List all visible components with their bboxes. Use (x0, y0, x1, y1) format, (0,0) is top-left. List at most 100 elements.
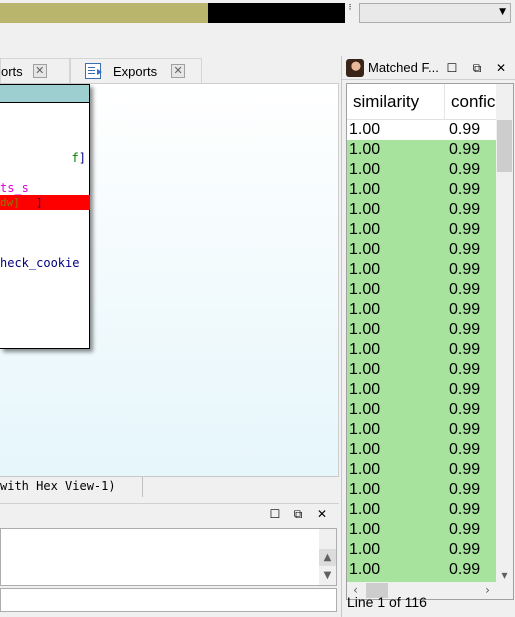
column-header-similarity[interactable]: similarity (347, 84, 445, 120)
table-row[interactable]: 1.00 0.99 (347, 280, 497, 300)
tab-exports[interactable]: Exports ✕ (70, 58, 202, 83)
similarity-cell: 1.00 (349, 301, 381, 318)
table-row[interactable]: 1.00 0.99 (347, 400, 497, 420)
scrollbar-thumb[interactable] (497, 120, 512, 172)
table-row[interactable]: 1.00 0.99 (347, 460, 497, 480)
output-window[interactable]: ▲ ▼ (0, 528, 337, 586)
graph-node-title[interactable] (0, 85, 89, 103)
confidence-cell: 0.99 (449, 441, 481, 458)
similarity-cell: 1.00 (349, 201, 381, 218)
similarity-cell: 1.00 (349, 361, 381, 378)
similarity-cell: 1.00 (349, 461, 381, 478)
table-row[interactable]: 1.00 0.99 (347, 220, 497, 240)
restore-icon[interactable]: ☐ (268, 507, 282, 521)
confidence-cell: 0.99 (449, 501, 481, 518)
chevron-down-icon[interactable]: ▼ (499, 7, 506, 17)
scroll-right-icon[interactable]: › (479, 582, 496, 599)
nav-segment-unexplored[interactable] (208, 3, 345, 23)
confidence-cell: 0.99 (449, 401, 481, 418)
similarity-cell: 1.00 (349, 501, 381, 518)
confidence-cell: 0.99 (449, 241, 481, 258)
similarity-cell: 1.00 (349, 561, 381, 578)
confidence-cell: 0.99 (449, 161, 481, 178)
close-icon[interactable]: ✕ (171, 64, 186, 78)
table-row[interactable]: 1.00 0.99 (347, 420, 497, 440)
similarity-cell: 1.00 (349, 221, 381, 238)
similarity-cell: 1.00 (349, 161, 381, 178)
vertical-scrollbar[interactable]: ▾ (496, 84, 513, 584)
matched-functions-panel: Matched F... ☐ ⧉ ✕ similarity confic 1.0… (341, 56, 515, 617)
similarity-cell: 1.00 (349, 481, 381, 498)
scroll-up-icon[interactable]: ▲ (319, 549, 336, 566)
output-scrollbar[interactable]: ▲ ▼ (319, 529, 336, 585)
float-icon[interactable]: ⧉ (291, 507, 305, 521)
close-icon[interactable]: ✕ (315, 507, 329, 521)
confidence-cell: 0.99 (449, 301, 481, 318)
confidence-cell: 0.99 (449, 181, 481, 198)
table-row[interactable]: 1.00 0.99 (347, 120, 497, 140)
scroll-down-icon[interactable]: ▼ (319, 567, 336, 584)
nav-position-indicator: ⁝ (348, 3, 352, 13)
table-row[interactable]: 1.00 0.99 (347, 360, 497, 380)
navigation-band[interactable] (0, 3, 345, 23)
tab-imports[interactable]: orts ✕ (0, 58, 70, 83)
table-row[interactable]: 1.00 0.99 (347, 140, 497, 160)
similarity-cell: 1.00 (349, 401, 381, 418)
table-row[interactable]: 1.00 0.99 (347, 500, 497, 520)
table-row[interactable]: 1.00 0.99 (347, 540, 497, 560)
confidence-cell: 0.99 (449, 461, 481, 478)
float-icon[interactable]: ⧉ (470, 61, 484, 75)
confidence-cell: 0.99 (449, 521, 481, 538)
nav-segment-library[interactable] (0, 3, 208, 23)
table-row[interactable]: 1.00 0.99 (347, 440, 497, 460)
similarity-cell: 1.00 (349, 421, 381, 438)
matched-functions-header: Matched F... ☐ ⧉ ✕ (342, 56, 515, 80)
table-row[interactable]: 1.00 0.99 (347, 340, 497, 360)
code-line[interactable]: f] (0, 151, 86, 165)
confidence-cell: 0.99 (449, 281, 481, 298)
table-row[interactable]: 1.00 0.99 (347, 320, 497, 340)
close-icon[interactable]: ✕ (494, 61, 508, 75)
similarity-cell: 1.00 (349, 541, 381, 558)
matched-functions-table[interactable]: similarity confic 1.00 0.99 1.00 0.99 1.00 0.… (346, 83, 514, 600)
graph-status-text: with Hex View-1) (0, 479, 116, 493)
confidence-cell: 0.99 (449, 201, 481, 218)
table-row[interactable]: 1.00 0.99 (347, 560, 497, 580)
segment-dropdown[interactable]: ▼ (359, 3, 511, 23)
table-row[interactable]: 1.00 0.99 (347, 240, 497, 260)
similarity-cell: 1.00 (349, 121, 381, 138)
exports-icon (85, 63, 102, 79)
code-line-call[interactable]: heck_cookie (0, 256, 79, 270)
table-row[interactable]: 1.00 0.99 (347, 380, 497, 400)
confidence-cell: 0.99 (449, 561, 481, 578)
graph-node[interactable]: f] ts_s dw]] heck_cookie (0, 84, 90, 349)
highlighted-code-line[interactable]: dw]] (0, 195, 90, 210)
similarity-cell: 1.00 (349, 321, 381, 338)
confidence-cell: 0.99 (449, 141, 481, 158)
table-row[interactable]: 1.00 0.99 (347, 480, 497, 500)
output-window-header: ☐ ⧉ ✕ (0, 503, 339, 525)
confidence-cell: 0.99 (449, 261, 481, 278)
confidence-cell: 0.99 (449, 221, 481, 238)
similarity-cell: 1.00 (349, 181, 381, 198)
table-row[interactable]: 1.00 0.99 (347, 300, 497, 320)
confidence-cell: 0.99 (449, 421, 481, 438)
table-row[interactable]: 1.00 0.99 (347, 160, 497, 180)
close-icon[interactable]: ✕ (32, 64, 47, 78)
table-row[interactable]: 1.00 0.99 (347, 200, 497, 220)
restore-icon[interactable]: ☐ (445, 61, 459, 75)
table-row[interactable]: 1.00 0.99 (347, 260, 497, 280)
graph-status-bar: with Hex View-1) (0, 476, 339, 497)
confidence-cell: 0.99 (449, 541, 481, 558)
similarity-cell: 1.00 (349, 341, 381, 358)
command-input[interactable] (0, 588, 337, 612)
tab-imports-label: orts (1, 63, 23, 79)
tab-exports-label: Exports (113, 63, 158, 79)
table-row[interactable]: 1.00 0.99 (347, 180, 497, 200)
confidence-cell: 0.99 (449, 381, 481, 398)
confidence-cell: 0.99 (449, 121, 481, 138)
table-row[interactable]: 1.00 0.99 (347, 520, 497, 540)
column-header-confidence[interactable]: confic (445, 84, 497, 120)
code-line[interactable]: ts_s (0, 181, 29, 195)
confidence-cell: 0.99 (449, 321, 481, 338)
